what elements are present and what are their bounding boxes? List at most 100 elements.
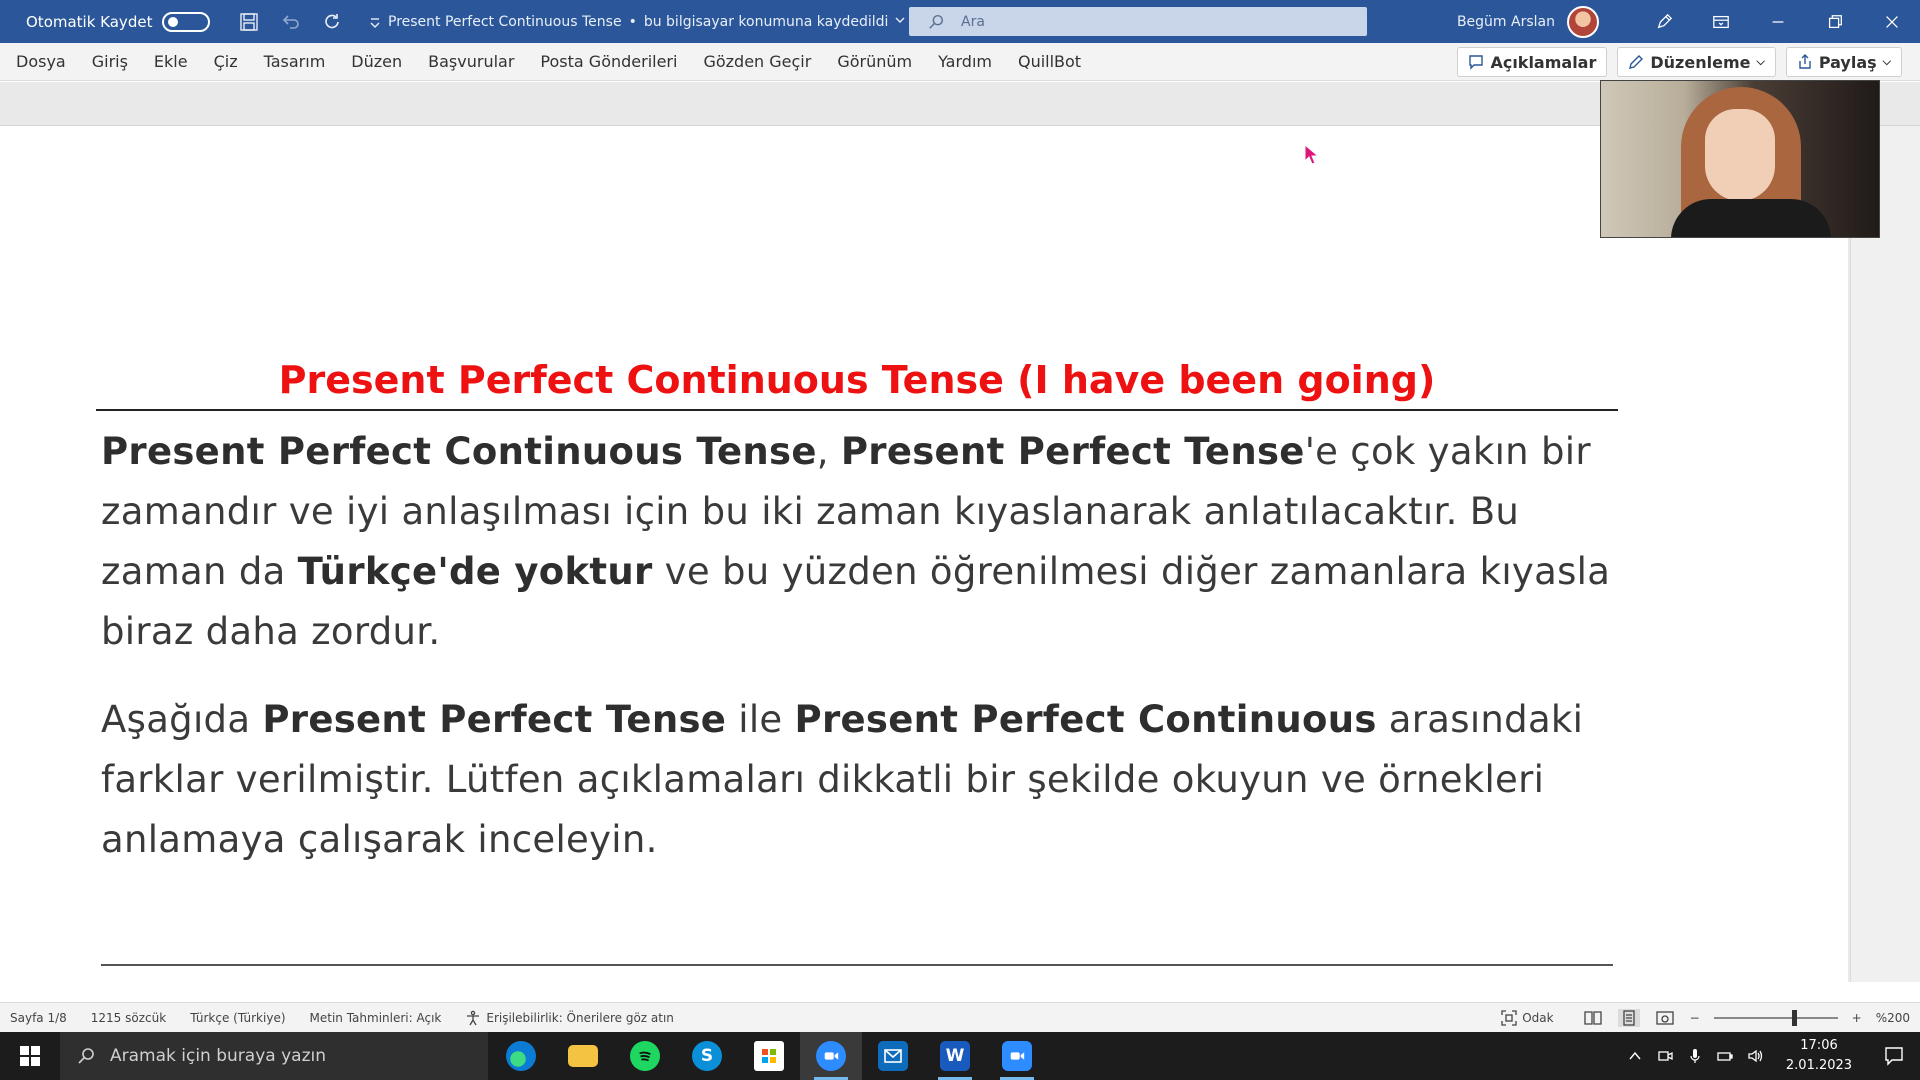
ribbon-display-icon[interactable] <box>1692 0 1749 43</box>
close-icon[interactable] <box>1863 0 1920 43</box>
autosave-label: Otomatik Kaydet <box>26 12 153 31</box>
document-name: Present Perfect Continuous Tense <box>388 13 622 30</box>
notification-icon[interactable] <box>1868 1032 1920 1080</box>
body-text: Aşağıda <box>101 698 263 741</box>
microphone-icon[interactable] <box>1680 1032 1710 1080</box>
focus-button[interactable]: Odak <box>1501 1010 1554 1026</box>
share-label: Paylaş <box>1818 52 1877 72</box>
taskbar-clock[interactable]: 17:06 2.01.2023 <box>1776 1036 1862 1076</box>
taskbar: Aramak için buraya yazın S W 17:06 2.01.… <box>0 1032 1920 1080</box>
zoom-slider[interactable] <box>1713 1010 1838 1026</box>
tab-tasarim[interactable]: Tasarım <box>251 43 339 80</box>
chevron-up-icon[interactable] <box>1620 1032 1650 1080</box>
store-icon[interactable] <box>738 1032 800 1080</box>
search-placeholder: Ara <box>961 13 985 30</box>
zoom-icon[interactable] <box>986 1032 1048 1080</box>
pen-icon[interactable] <box>1635 0 1692 43</box>
mail-icon[interactable] <box>862 1032 924 1080</box>
body-text: ile <box>726 698 795 741</box>
customize-toolbar-icon[interactable] <box>364 11 386 33</box>
autosave-toggle[interactable] <box>162 11 211 32</box>
tab-gozden-gecir[interactable]: Gözden Geçir <box>690 43 824 80</box>
document-heading: Present Perfect Continuous Tense (I have… <box>96 358 1618 411</box>
restore-icon[interactable] <box>1806 0 1863 43</box>
webcam-person-body <box>1671 199 1831 237</box>
language-indicator[interactable]: Türkçe (Türkiye) <box>190 1011 285 1025</box>
start-button[interactable] <box>0 1032 60 1080</box>
comments-label: Açıklamalar <box>1490 52 1597 72</box>
share-icon <box>1799 54 1811 69</box>
web-layout-icon[interactable] <box>1654 1009 1676 1027</box>
zoom-slider-thumb[interactable] <box>1791 1010 1797 1026</box>
skype-icon[interactable]: S <box>676 1032 738 1080</box>
tab-ciz[interactable]: Çiz <box>201 43 251 80</box>
tab-posta-gonderileri[interactable]: Posta Gönderileri <box>527 43 690 80</box>
tab-gorunum[interactable]: Görünüm <box>824 43 925 80</box>
vertical-scrollbar[interactable] <box>1850 126 1920 982</box>
file-explorer-icon[interactable] <box>552 1032 614 1080</box>
webcam-video <box>1600 80 1880 238</box>
document-area: Present Perfect Continuous Tense (I have… <box>0 126 1920 982</box>
print-layout-icon[interactable] <box>1617 1009 1640 1027</box>
spotify-icon[interactable] <box>614 1032 676 1080</box>
webcam-person-face <box>1705 109 1775 201</box>
tab-ekle[interactable]: Ekle <box>141 43 201 80</box>
zoom-out-button[interactable]: − <box>1690 1011 1700 1025</box>
windows-icon <box>20 1046 40 1066</box>
meet-now-icon[interactable] <box>1650 1032 1680 1080</box>
editing-button[interactable]: Düzenleme ⌵ <box>1617 47 1776 77</box>
horizontal-rule <box>101 964 1613 966</box>
system-tray: 17:06 2.01.2023 <box>1620 1032 1920 1080</box>
page-count[interactable]: Sayfa 1/8 <box>10 1011 67 1025</box>
bold-text: Present Perfect Tense <box>262 698 727 741</box>
bold-text: Present Perfect Continuous Tense <box>101 430 817 473</box>
tab-dosya[interactable]: Dosya <box>0 43 79 80</box>
text-predictions[interactable]: Metin Tahminleri: Açık <box>310 1011 442 1025</box>
document-title[interactable]: Present Perfect Continuous Tense • bu bi… <box>388 0 906 43</box>
accessibility-checker[interactable]: Erişilebilirlik: Önerilere göz atın <box>465 1010 674 1026</box>
battery-icon[interactable] <box>1710 1032 1740 1080</box>
bold-text: Present Perfect Tense <box>840 430 1305 473</box>
paragraph-1[interactable]: Present Perfect Continuous Tense, Presen… <box>101 422 1621 662</box>
document-page[interactable]: Present Perfect Continuous Tense (I have… <box>0 126 1848 982</box>
read-mode-icon[interactable] <box>1582 1009 1604 1027</box>
tab-quillbot[interactable]: QuillBot <box>1005 43 1094 80</box>
accessibility-label: Erişilebilirlik: Önerilere göz atın <box>486 1010 674 1025</box>
taskbar-search[interactable]: Aramak için buraya yazın <box>60 1032 488 1080</box>
title-separator: • <box>628 13 637 30</box>
comment-icon <box>1469 55 1484 70</box>
paragraph-2[interactable]: Aşağıda Present Perfect Tense ile Presen… <box>101 690 1621 870</box>
clock-time: 17:06 <box>1800 1038 1838 1053</box>
zoom-in-button[interactable]: + <box>1852 1011 1862 1025</box>
tab-duzen[interactable]: Düzen <box>338 43 415 80</box>
volume-icon[interactable] <box>1740 1032 1770 1080</box>
minimize-icon[interactable] <box>1749 0 1806 43</box>
zoom-icon[interactable] <box>800 1032 862 1080</box>
avatar[interactable] <box>1567 5 1599 38</box>
tab-giris[interactable]: Giriş <box>79 43 141 80</box>
search-box[interactable]: Ara <box>909 7 1367 36</box>
tab-yardim[interactable]: Yardım <box>925 43 1005 80</box>
focus-label: Odak <box>1522 1011 1554 1025</box>
undo-icon[interactable] <box>280 11 302 33</box>
taskbar-apps: S W <box>490 1032 1048 1080</box>
user-name[interactable]: Begüm Arslan <box>1457 14 1555 30</box>
edge-icon[interactable] <box>490 1032 552 1080</box>
save-icon[interactable] <box>238 11 260 33</box>
chevron-down-icon <box>894 14 906 30</box>
chevron-down-icon: ⌵ <box>1882 55 1891 68</box>
word-count[interactable]: 1215 sözcük <box>91 1011 166 1025</box>
titlebar-right: Begüm Arslan <box>1457 0 1920 43</box>
title-bar: Otomatik Kaydet Present Perfect Continuo… <box>0 0 1920 43</box>
editing-label: Düzenleme <box>1650 52 1751 72</box>
redo-icon[interactable] <box>322 11 344 33</box>
comments-button[interactable]: Açıklamalar <box>1457 47 1608 77</box>
clock-date: 2.01.2023 <box>1785 1058 1853 1073</box>
status-bar-right: Odak − + %200 <box>1491 1003 1910 1033</box>
tab-basvurular[interactable]: Başvurular <box>415 43 527 80</box>
zoom-level[interactable]: %200 <box>1876 1011 1910 1025</box>
bold-text: Present Perfect Continuous <box>794 698 1377 741</box>
word-icon[interactable]: W <box>924 1032 986 1080</box>
save-status: bu bilgisayar konumuna kaydedildi <box>643 13 889 30</box>
share-button[interactable]: Paylaş ⌵ <box>1785 47 1902 77</box>
